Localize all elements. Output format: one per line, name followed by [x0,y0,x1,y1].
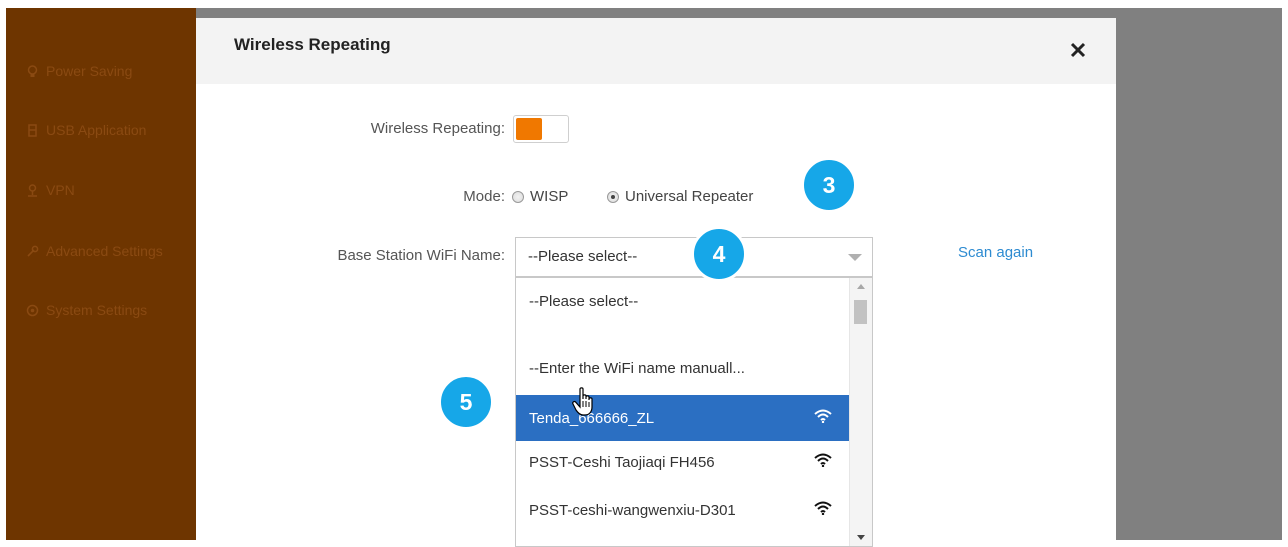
dialog-title: Wireless Repeating [234,35,391,54]
option-label: --Enter the WiFi name manuall... [529,359,745,377]
vpn-icon [28,183,37,197]
gear-icon [26,304,39,316]
dropdown-option-enter-manually[interactable]: --Enter the WiFi name manuall... [516,345,850,391]
sidebar-item-system-settings[interactable]: System Settings [26,300,147,320]
dropdown-option-tenda-666666-zl[interactable]: Tenda_666666_ZL [516,395,850,441]
mode-option-wisp[interactable]: WISP [512,188,568,205]
option-label: PSST-ceshi-wangwenxiu-D301 [529,501,736,519]
toggle-on-indicator [516,118,542,140]
scan-again-link[interactable]: Scan again [958,244,1033,261]
sidebar-item-usb-application[interactable]: USB Application [26,120,146,140]
option-label: PSST-Ceshi Taojiaqi FH456 [529,453,715,471]
option-label: --Please select-- [529,292,639,310]
sidebar-item-power-saving[interactable]: Power Saving [26,61,132,81]
wisp-radio-label: WISP [530,188,569,205]
dropdown-scrollbar[interactable] [849,278,872,546]
sidebar-item-vpn[interactable]: VPN [26,180,75,200]
callout-badge-5: 5 [438,374,494,430]
usb-icon [28,123,37,137]
sidebar-item-label: Advanced Settings [46,243,163,259]
base-station-wifi-name-label: Base Station WiFi Name: [337,247,505,264]
lightbulb-icon [27,64,38,77]
wifi-dropdown-list: --Please select-- --Enter the WiFi name … [515,277,873,547]
sidebar-item-label: System Settings [46,302,148,318]
sidebar: Power Saving USB Application VPN Advance… [6,8,196,540]
close-icon[interactable] [1066,38,1090,62]
scroll-down-arrow-icon[interactable] [857,535,865,540]
wifi-signal-icon [814,453,832,467]
wifi-signal-icon [814,409,832,423]
dropdown-option-psst-ceshi-wangwenxiu[interactable]: PSST-ceshi-wangwenxiu-D301 [516,487,850,533]
sidebar-item-label: VPN [46,182,75,198]
wireless-repeating-toggle[interactable] [513,115,569,143]
toggle-knob [544,118,566,140]
hand-cursor-icon [572,387,593,416]
wrench-icon [27,245,39,257]
universal-repeater-radio[interactable] [607,190,619,203]
select-value: --Please select-- [528,248,638,265]
universal-repeater-radio-label: Universal Repeater [625,188,754,205]
sidebar-item-label: USB Application [46,122,147,138]
callout-badge-3: 3 [801,157,857,213]
sidebar-item-advanced-settings[interactable]: Advanced Settings [26,241,163,261]
wireless-repeating-label: Wireless Repeating: [370,120,505,137]
dropdown-option-please-select[interactable]: --Please select-- [516,278,850,324]
dialog-header: Wireless Repeating [196,18,1116,84]
chevron-down-icon [848,254,862,261]
callout-badge-4: 4 [691,226,747,282]
scroll-thumb[interactable] [854,300,867,324]
sidebar-item-label: Power Saving [46,63,133,79]
wifi-signal-icon [814,501,832,515]
mode-option-universal-repeater[interactable]: Universal Repeater [607,188,753,205]
scroll-up-arrow-icon[interactable] [857,284,865,289]
wireless-repeating-dialog: Wireless Repeating Wireless Repeating: M… [196,18,1116,547]
dropdown-option-psst-ceshi-taojiaqi[interactable]: PSST-Ceshi Taojiaqi FH456 [516,439,850,485]
wisp-radio[interactable] [512,190,524,203]
mode-label: Mode: [463,188,505,205]
